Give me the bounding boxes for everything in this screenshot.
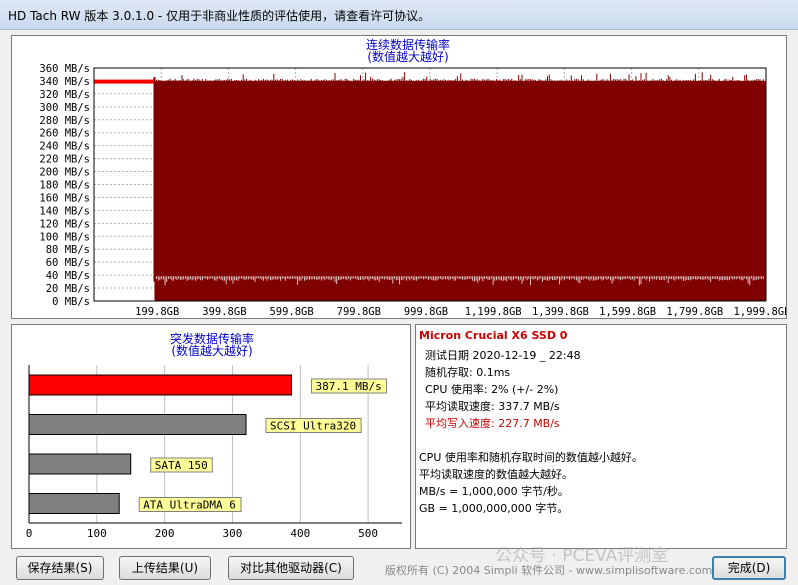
compare-drives-button[interactable]: 对比其他驱动器(C) (228, 556, 354, 580)
upload-results-button[interactable]: 上传结果(U) (119, 556, 211, 580)
seq-y-tick-label: 280 MB/s (39, 115, 90, 127)
burst-bar-reference (28, 493, 120, 514)
seq-y-tick-label: 160 MB/s (39, 192, 90, 204)
seq-y-tick-label: 340 MB/s (39, 76, 90, 88)
sequential-chart: 0 MB/s20 MB/s40 MB/s60 MB/s80 MB/s100 MB… (39, 63, 786, 318)
save-results-button[interactable]: 保存结果(S) (16, 556, 104, 580)
burst-bar-measured (28, 374, 293, 396)
seq-y-tick-label: 240 MB/s (39, 141, 90, 153)
sequential-chart-panel: 连续数据传输率 (数值越大越好) 0 MB/s 20 MB/s 40 MB/s 60 … (11, 35, 787, 319)
seq-y-tick-label: 300 MB/s (39, 102, 90, 114)
burst-x-tick-label: 100 (87, 527, 107, 540)
burst-bar-reference (28, 453, 132, 475)
burst-chart-panel: 突发数据传输率 (数值越大越好) 0 100 200 300 400 500 387.1 M… (11, 324, 411, 549)
note-mbs: MB/s = 1,000,000 字节/秒。 (419, 485, 569, 498)
drive-name: Micron Crucial X6 SSD 0 (419, 329, 568, 342)
cpu-usage: CPU 使用率: 2% (+/- 2%) (425, 383, 559, 396)
seq-y-tick-label: 200 MB/s (39, 167, 90, 179)
burst-x-tick-label: 300 (223, 527, 243, 540)
test-date: 测试日期 2020-12-19 _ 22:48 (425, 349, 581, 362)
seq-x-tick-label: 399.8GB (202, 306, 246, 318)
seq-y-tick-label: 20 MB/s (46, 283, 90, 295)
burst-bar-label: SATA 150 (155, 459, 208, 472)
seq-x-tick-label: 999.8GB (404, 306, 448, 318)
seq-y-tick-label: 260 MB/s (39, 128, 90, 140)
seq-y-tick-label: 0 MB/s (52, 296, 90, 308)
seq-x-tick-label: 1,399.8GB (532, 306, 589, 318)
note-gb: GB = 1,000,000,000 字节。 (419, 502, 569, 515)
seq-y-tick-label: 140 MB/s (39, 205, 90, 217)
burst-x-tick-label: 0 (26, 527, 33, 540)
seq-y-tick-label: 180 MB/s (39, 180, 90, 192)
seq-write-area (154, 80, 766, 301)
burst-chart: 0 100 200 300 400 500 387.1 MB/s SCSI Ultra320 S… (26, 365, 402, 540)
note-cpu: CPU 使用率和随机存取时间的数值越小越好。 (419, 451, 643, 464)
watermark-text: 公众号 · PCEVA评测室 (495, 546, 669, 566)
burst-bar-reference (28, 414, 247, 435)
window-title: HD Tach RW 版本 3.0.1.0 - 仅用于非商业性质的评估使用，请查… (8, 9, 431, 23)
seq-y-tick-label: 100 MB/s (39, 231, 90, 243)
seq-x-tick-label: 1,199.8GB (465, 306, 522, 318)
seq-x-tick-label: 1,799.8GB (666, 306, 723, 318)
seq-y-tick-label: 120 MB/s (39, 218, 90, 230)
avg-read-speed: 平均读取速度: 337.7 MB/s (425, 400, 560, 413)
seq-y-tick-label: 320 MB/s (39, 89, 90, 101)
burst-bar-label: SCSI Ultra320 (270, 420, 356, 433)
burst-bar-label: 387.1 MB/s (316, 380, 382, 393)
seq-y-tick-label: 220 MB/s (39, 154, 90, 166)
avg-write-speed: 平均写入速度: 227.7 MB/s (425, 417, 560, 430)
seq-read-line (94, 79, 155, 84)
note-read: 平均读取速度的数值越大越好。 (419, 468, 573, 481)
burst-x-tick-label: 200 (155, 527, 175, 540)
seq-x-tick-label: 599.8GB (269, 306, 313, 318)
seq-x-tick-label: 199.8GB (135, 306, 179, 318)
burst-bar-label: ATA UltraDMA 6 (143, 499, 236, 512)
burst-x-tick-label: 500 (358, 527, 378, 540)
seq-x-tick-label: 799.8GB (337, 306, 381, 318)
title-bar: HD Tach RW 版本 3.0.1.0 - 仅用于非商业性质的评估使用，请查… (0, 0, 798, 30)
seq-y-tick-label: 40 MB/s (46, 270, 90, 282)
seq-y-tick-label: 360 MB/s (39, 63, 90, 75)
seq-y-tick-label: 80 MB/s (46, 244, 90, 256)
random-access: 随机存取: 0.1ms (425, 366, 511, 379)
seq-x-tick-label: 1,999.8GB (734, 306, 786, 318)
seq-x-tick-label: 1,599.8GB (599, 306, 656, 318)
burst-x-tick-label: 400 (290, 527, 310, 540)
info-panel: Micron Crucial X6 SSD 0 测试日期 2020-12-19 … (415, 324, 787, 549)
done-button[interactable]: 完成(D) (712, 556, 786, 580)
seq-y-tick-label: 60 MB/s (46, 257, 90, 269)
